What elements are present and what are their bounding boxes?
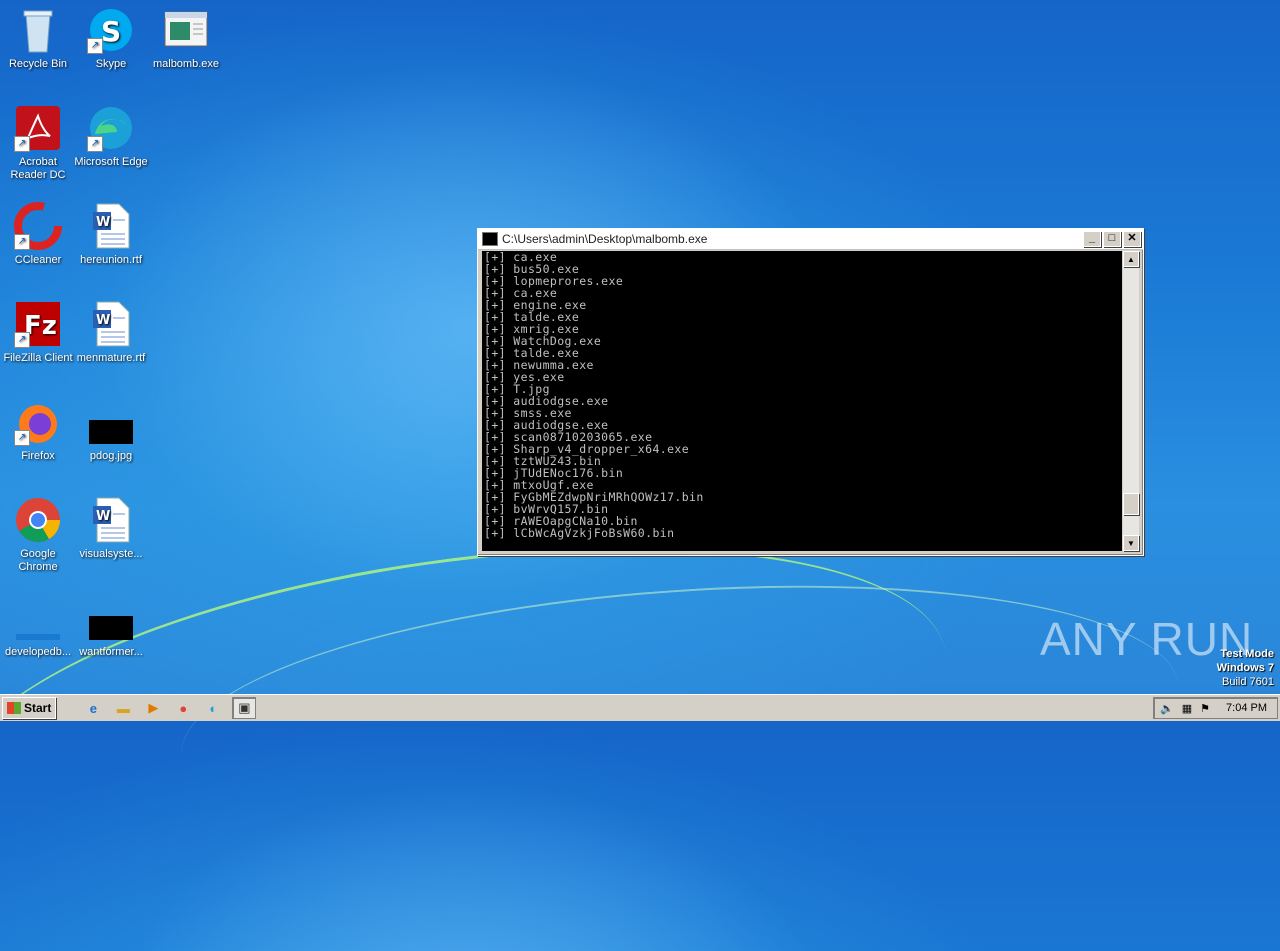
start-label: Start xyxy=(24,701,52,715)
image-thumbnail-icon xyxy=(87,594,135,642)
maximize-button[interactable]: □ xyxy=(1103,231,1121,247)
desktop-icon-label: menmature.rtf xyxy=(76,352,146,364)
console-app-icon xyxy=(482,232,498,246)
desktop-icon-firefox[interactable]: ↗ Firefox xyxy=(0,398,76,463)
console-line: [+] lopmeprores.exe xyxy=(484,274,624,288)
clock[interactable]: 7:04 PM xyxy=(1226,702,1267,714)
svg-text:W: W xyxy=(96,215,110,230)
shortcut-arrow-icon: ↗ xyxy=(87,38,103,54)
desktop-icon-label: Acrobat Reader DC xyxy=(10,156,66,181)
console-taskbar-icon[interactable]: ▣ xyxy=(232,697,257,719)
acrobat-icon: ↗ xyxy=(14,104,62,152)
svg-text:S: S xyxy=(101,15,121,48)
desktop-icon-filezilla[interactable]: Fz ↗ FileZilla Client xyxy=(0,300,76,365)
shortcut-arrow-icon: ↗ xyxy=(14,136,30,152)
console-title: C:\Users\admin\Desktop\malbomb.exe xyxy=(502,232,708,246)
shortcut-arrow-icon: ↗ xyxy=(14,430,30,446)
start-button[interactable]: Start xyxy=(2,697,57,719)
desktop-icon-label: Recycle Bin xyxy=(8,58,68,70)
console-titlebar[interactable]: C:\Users\admin\Desktop\malbomb.exe _ □ ✕ xyxy=(478,229,1143,250)
desktop-icon-acrobat[interactable]: ↗ Acrobat Reader DC xyxy=(0,104,76,182)
filezilla-icon: Fz ↗ xyxy=(14,300,62,348)
desktop-icon-malbomb[interactable]: malbomb.exe xyxy=(148,6,224,71)
console-output[interactable]: [+] ca.exe [+] bus50.exe [+] lopmeprores.e… xyxy=(482,251,1122,551)
desktop-icon-menmature[interactable]: W menmature.rtf xyxy=(73,300,149,365)
desktop-icon-label: FileZilla Client xyxy=(3,352,73,364)
ccleaner-icon: ↗ xyxy=(14,202,62,250)
desktop-icon-label: CCleaner xyxy=(14,254,62,266)
desktop-icon-label: pdog.jpg xyxy=(89,450,133,462)
network-icon[interactable]: ▦ xyxy=(1182,702,1192,715)
console-line: [+] newumma.exe xyxy=(484,358,594,372)
desktop-icon-visualsyste[interactable]: W visualsyste... xyxy=(73,496,149,561)
desktop-icon-chrome[interactable]: Google Chrome xyxy=(0,496,76,574)
action-center-flag-icon[interactable]: ⚑ xyxy=(1200,702,1210,715)
desktop-icon-edge[interactable]: ↗ Microsoft Edge xyxy=(73,104,149,169)
word-document-icon: W xyxy=(87,496,135,544)
svg-text:W: W xyxy=(96,313,110,328)
system-tray: 🔈 ▦ ⚑ 7:04 PM xyxy=(1153,697,1278,719)
chrome-icon xyxy=(14,496,62,544)
desktop-icon-label: wantformer... xyxy=(79,646,143,658)
svg-text:W: W xyxy=(96,509,110,524)
skype-icon: S ↗ xyxy=(87,6,135,54)
desktop-icon-label: developedb... xyxy=(4,646,72,658)
taskbar: Start e ▬ ▶ ● ◐ ▣ 🔈 ▦ ⚑ 7:04 PM xyxy=(0,694,1280,721)
word-document-icon: W xyxy=(87,202,135,250)
desktop-icon-pdog[interactable]: pdog.jpg xyxy=(73,398,149,463)
edge-taskbar-icon[interactable]: ◐ xyxy=(202,698,224,718)
build-label: Build 7601 xyxy=(1222,676,1274,688)
volume-icon[interactable]: 🔈 xyxy=(1160,702,1174,715)
edge-icon: ↗ xyxy=(87,104,135,152)
ie-taskbar-icon[interactable]: e xyxy=(82,698,104,718)
recycle-bin-icon xyxy=(14,6,62,54)
desktop-icon-ccleaner[interactable]: ↗ CCleaner xyxy=(0,202,76,267)
desktop-icon-skype[interactable]: S ↗ Skype xyxy=(73,6,149,71)
console-line: [+] audiodgse.exe xyxy=(484,394,609,408)
chrome-taskbar-icon[interactable]: ● xyxy=(172,698,194,718)
shortcut-arrow-icon: ↗ xyxy=(14,332,30,348)
console-line: [+] yes.exe xyxy=(484,370,565,384)
shortcut-arrow-icon: ↗ xyxy=(14,234,30,250)
firefox-icon: ↗ xyxy=(14,398,62,446)
windows-logo-icon xyxy=(7,702,21,714)
desktop-icon-label: Firefox xyxy=(21,450,55,462)
test-mode-label: Test Mode xyxy=(1220,648,1274,660)
console-window[interactable]: C:\Users\admin\Desktop\malbomb.exe _ □ ✕… xyxy=(477,228,1144,556)
blank-file-icon xyxy=(14,594,62,642)
media-player-taskbar-icon[interactable]: ▶ xyxy=(142,698,164,718)
close-button[interactable]: ✕ xyxy=(1123,231,1141,247)
shortcut-arrow-icon: ↗ xyxy=(87,136,103,152)
desktop-icon-label: hereunion.rtf xyxy=(80,254,142,266)
explorer-taskbar-icon[interactable]: ▬ xyxy=(112,698,134,718)
scroll-thumb[interactable] xyxy=(1123,493,1139,516)
desktop-icon-wantformer[interactable]: wantformer... xyxy=(73,594,149,659)
desktop-icon-label: Google Chrome xyxy=(18,548,58,573)
desktop-icon-recycle-bin[interactable]: Recycle Bin xyxy=(0,6,76,71)
image-thumbnail-icon xyxy=(87,398,135,446)
console-scrollbar[interactable]: ▲ ▼ xyxy=(1123,251,1139,551)
desktop-icon-label: malbomb.exe xyxy=(152,58,220,70)
console-line: [+] lCbWcAgVzkjFoBsW60.bin xyxy=(484,526,675,540)
minimize-button[interactable]: _ xyxy=(1083,231,1101,247)
executable-icon xyxy=(162,6,210,54)
scroll-down-button[interactable]: ▼ xyxy=(1123,535,1139,551)
desktop-icon-label: visualsyste... xyxy=(79,548,143,560)
desktop-icon-label: Microsoft Edge xyxy=(74,156,148,168)
os-label: Windows 7 xyxy=(1216,662,1274,674)
word-document-icon: W xyxy=(87,300,135,348)
test-mode-notice: Test Mode Windows 7 Build 7601 xyxy=(1217,647,1274,689)
desktop-icon-hereunion[interactable]: W hereunion.rtf xyxy=(73,202,149,267)
desktop-icon-label: Skype xyxy=(95,58,127,70)
desktop-icon-developedb[interactable]: developedb... xyxy=(0,594,76,659)
scroll-up-button[interactable]: ▲ xyxy=(1123,251,1139,267)
